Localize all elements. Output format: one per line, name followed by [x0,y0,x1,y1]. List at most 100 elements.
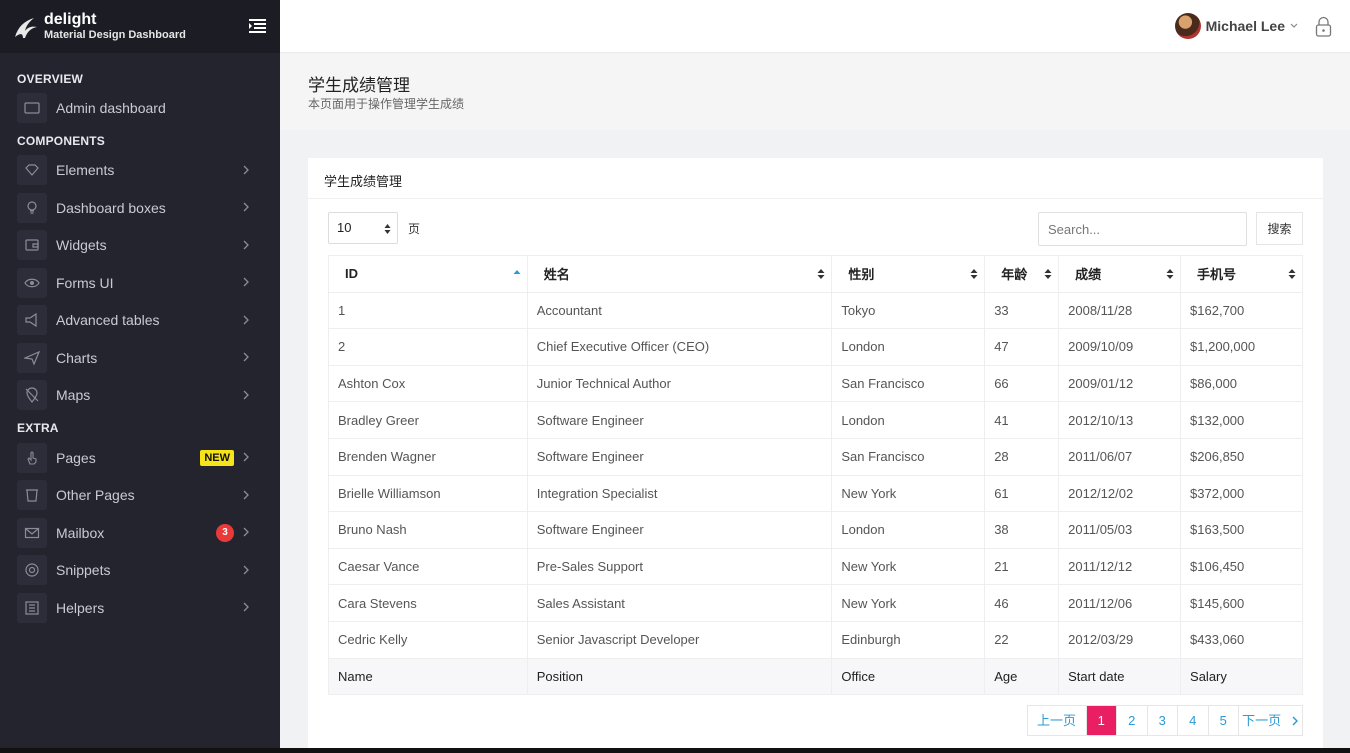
sidebar-item-other-pages[interactable]: Other Pages [0,477,280,515]
table-cell: Bruno Nash [328,511,528,549]
table-cell: 46 [984,584,1060,622]
brand[interactable]: delight Material Design Dashboard [0,0,280,53]
envelope-icon [17,517,47,548]
sidebar-item-dashboard-boxes[interactable]: Dashboard boxes [0,189,280,227]
table-row[interactable]: Cedric Kelly Senior Javascript Developer E… [328,620,1303,659]
sidebar-item-label: Other Pages [56,487,135,504]
column-header-score[interactable]: 成绩 [1058,255,1182,293]
table-cell: $206,850 [1180,437,1303,476]
search-input[interactable] [1038,212,1247,246]
sort-asc-icon [513,270,521,274]
sidebar-item-snippets[interactable]: Snippets [0,552,280,590]
table-cell: $163,500 [1180,511,1303,549]
sidebar-item-label: Admin dashboard [56,99,166,116]
wallet-icon [17,230,47,261]
table-row[interactable]: 1 Accountant Tokyo 33 2008/11/28 $162,700 [328,291,1303,330]
sidebar-item-pages[interactable]: Pages NEW [0,439,280,477]
table-cell: London [831,328,986,366]
sidebar-item-label: Helpers [56,599,105,616]
table-row[interactable]: Caesar Vance Pre-Sales Support New York 21 2… [328,547,1303,586]
cup-icon [17,480,47,511]
sidebar-item-charts[interactable]: Charts [0,339,280,377]
pagination-page-4[interactable]: 4 [1178,706,1209,735]
table-cell: 2009/10/09 [1058,328,1182,366]
sidebar-item-helpers[interactable]: Helpers [0,589,280,627]
sidebar-item-maps[interactable]: Maps [0,377,280,415]
column-header-phone[interactable]: 手机号 [1180,255,1303,293]
pagination-page-3[interactable]: 3 [1148,706,1178,735]
table-cell: Junior Technical Author [526,364,833,403]
mailbox-count-badge: 3 [216,524,234,542]
list-icon [17,592,47,623]
chevron-right-icon [243,490,249,499]
table-cell: 2011/12/12 [1058,547,1182,586]
table-cell: 22 [984,620,1060,659]
table-cell: San Francisco [831,364,986,403]
sidebar-item-label: Pages [56,449,96,466]
megaphone-icon [17,305,47,336]
menu-toggle-icon[interactable] [249,19,266,33]
sort-icon [1288,269,1296,279]
chevron-right-icon [243,315,249,324]
table-row[interactable]: 2 Chief Executive Officer (CEO) London 47 20… [328,328,1303,366]
table-cell: 2012/03/29 [1058,620,1182,659]
section-overview: OVERVIEW [17,72,84,86]
search-button[interactable]: 搜索 [1256,212,1303,245]
table-row[interactable]: Bruno Nash Software Engineer London 38 2011/… [328,511,1303,549]
pagination-page-1[interactable]: 1 [1086,706,1117,735]
sidebar-item-label: Forms UI [56,274,114,291]
table-cell: New York [831,474,986,513]
sidebar-item-label: Mailbox [56,524,105,541]
user-menu[interactable]: Michael Lee [1174,13,1298,39]
table-cell: 2012/12/02 [1058,474,1182,513]
chevron-right-icon [243,452,249,462]
table-row[interactable]: Ashton Cox Junior Technical Author San Fra… [328,364,1303,403]
page-length-select[interactable]: 10 [328,212,398,244]
select-arrows-icon [384,224,391,234]
sidebar-item-widgets[interactable]: Widgets [0,227,280,265]
table-cell: $1,200,000 [1180,328,1303,366]
pagination-page-2[interactable]: 2 [1117,706,1148,735]
section-components: COMPONENTS [17,133,106,148]
table-row[interactable]: Bradley Greer Software Engineer London 41 20… [328,401,1303,439]
table-row[interactable]: Brielle Williamson Integration Specialist… [328,474,1303,513]
pagination-page-5[interactable]: 5 [1209,706,1239,735]
table-cell: Pre-Sales Support [526,547,833,586]
pagination-next[interactable]: 下一页 [1239,706,1302,735]
sidebar-item-label: Widgets [56,237,107,254]
table-cell: London [831,401,986,439]
table-cell: 47 [984,328,1060,366]
diamond-icon [17,155,47,186]
table-row[interactable]: Cara Stevens Sales Assistant New York 46 201… [328,584,1303,622]
pagination-prev[interactable]: 上一页 [1028,706,1087,735]
footer-cell: Salary [1180,657,1303,696]
section-extra: EXTRA [17,421,59,435]
hand-pointer-icon [17,442,47,473]
column-header-gender[interactable]: 性别 [831,255,986,293]
topbar: Michael Lee [280,0,1350,53]
sidebar-item-advanced-tables[interactable]: Advanced tables [0,302,280,340]
column-header-age[interactable]: 年龄 [984,255,1060,293]
sidebar-item-elements[interactable]: Elements [0,152,280,190]
lightbulb-icon [17,192,47,223]
column-header-id[interactable]: ID [328,255,528,293]
lock-icon[interactable] [1315,16,1332,37]
table-cell: Integration Specialist [526,474,833,513]
sidebar-item-mailbox[interactable]: Mailbox 3 [0,514,280,552]
table-cell: 2011/05/03 [1058,511,1182,549]
sidebar-item-label: Maps [56,387,91,404]
sidebar-item-admin-dashboard[interactable]: Admin dashboard [0,89,280,127]
user-name: Michael Lee [1205,18,1285,34]
table-cell: San Francisco [831,437,986,476]
chevron-right-icon [243,390,249,399]
sort-icon [1166,269,1174,279]
chevron-right-icon [243,202,249,212]
new-badge: NEW [200,450,234,466]
avatar [1174,13,1201,39]
table-row[interactable]: Brenden Wagner Software Engineer San Franc… [328,437,1303,476]
paper-plane-icon [17,342,47,373]
sidebar-item-forms-ui[interactable]: Forms UI [0,264,280,302]
data-table: ID 姓名 性别 年龄 成绩 手机号 1 Accountant Tokyo 33 200… [328,255,1303,696]
column-header-name[interactable]: 姓名 [526,255,833,293]
chevron-down-icon [1290,23,1298,28]
